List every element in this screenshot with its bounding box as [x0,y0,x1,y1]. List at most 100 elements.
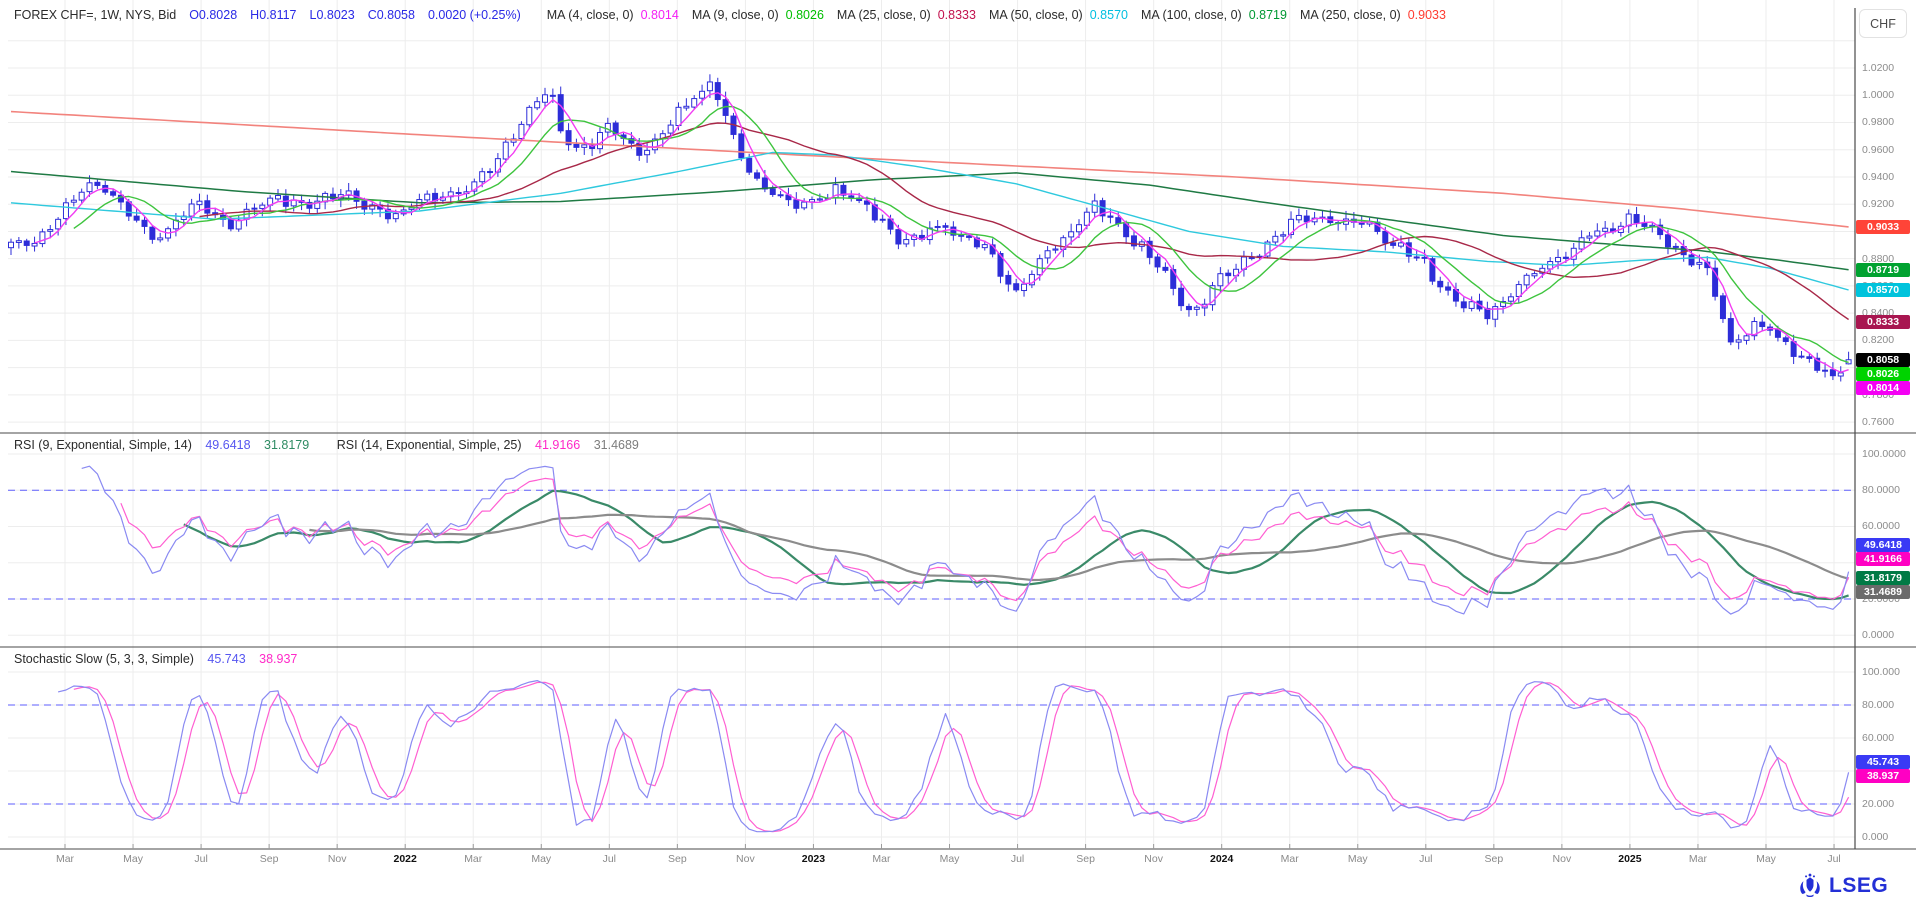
rsi9-value: 49.6418 [205,438,250,452]
stochastic-legend[interactable]: Stochastic Slow (5, 3, 3, Simple) 45.743… [14,652,307,666]
ma-legend-label: MA (25, close, 0) [837,8,931,22]
x-axis-month-label: Sep [260,853,279,865]
rsi-plot-area[interactable] [8,433,1855,647]
x-axis-year-label: 2024 [1210,853,1233,865]
x-axis-month-label: Mar [872,853,890,865]
rsi9-ma-value: 31.8179 [264,438,309,452]
rsi-tick-label: 80.0000 [1862,484,1900,496]
x-axis-month-label: Nov [1553,853,1572,865]
price-badge: 0.8014 [1856,381,1910,395]
x-axis-year-label: 2025 [1618,853,1641,865]
x-axis-month-label: May [1348,853,1368,865]
rsi-legend[interactable]: RSI (9, Exponential, Simple, 14) 49.6418… [14,438,649,452]
x-axis-year-label: 2022 [394,853,417,865]
x-axis-month-label: May [531,853,551,865]
chart-legend-bar[interactable]: FOREX CHF=, 1W, NYS, Bid O0.8028 H0.8117… [0,0,1864,30]
x-axis-month-label: Mar [1689,853,1707,865]
x-axis-month-label: Nov [1144,853,1163,865]
close-value: C0.8058 [368,8,415,22]
x-axis-month-label: Mar [1281,853,1299,865]
stochastic-k-value: 45.743 [207,652,245,666]
rsi-tick-label: 0.0000 [1862,629,1894,641]
x-axis-month-label: Sep [1484,853,1503,865]
price-badge: 0.8058 [1856,353,1910,367]
stoch-tick-label: 60.000 [1862,732,1894,744]
ma-legend-value: 0.9033 [1408,8,1446,22]
ma-legend-value: 0.8026 [786,8,824,22]
ma-legend-label: MA (100, close, 0) [1141,8,1242,22]
price-badge: 0.8570 [1856,283,1910,297]
lseg-logo: LSEG [1796,872,1888,900]
price-badge: 0.9033 [1856,220,1910,234]
x-axis-month-label: Jul [1419,853,1432,865]
price-badge: 0.8333 [1856,315,1910,329]
stochastic-title: Stochastic Slow (5, 3, 3, Simple) [14,652,194,666]
ma-legend-item[interactable]: MA (100, close, 0) 0.8719 [1141,8,1287,22]
rsi-badge: 31.4689 [1856,585,1910,599]
x-axis-month-label: May [1756,853,1776,865]
rsi-tick-label: 60.0000 [1862,520,1900,532]
stoch-tick-label: 100.000 [1862,666,1900,678]
stochastic-plot-area[interactable] [8,647,1855,849]
currency-chf-label: CHF [1870,17,1896,31]
price-tick-label: 1.0000 [1862,89,1894,101]
price-badge: 0.8026 [1856,367,1910,381]
x-axis-month-label: Nov [328,853,347,865]
ma-legend-item[interactable]: MA (4, close, 0) 0.8014 [547,8,679,22]
x-axis-month-label: May [123,853,143,865]
ma-legend-value: 0.8570 [1090,8,1128,22]
rsi-badge: 41.9166 [1856,552,1910,566]
ma-legend-value: 0.8719 [1249,8,1287,22]
price-tick-label: 0.9600 [1862,144,1894,156]
price-tick-label: 0.7600 [1862,416,1894,428]
stoch-tick-label: 0.000 [1862,831,1888,843]
x-axis-month-label: Jul [1011,853,1024,865]
rsi-badge: 49.6418 [1856,538,1910,552]
x-axis-month-label: Jul [603,853,616,865]
ma-legend-item[interactable]: MA (9, close, 0) 0.8026 [692,8,824,22]
x-axis-month-label: Mar [56,853,74,865]
open-value: O0.8028 [189,8,237,22]
rsi14-ma-value: 31.4689 [594,438,639,452]
price-tick-label: 0.8200 [1862,334,1894,346]
ma-legend-value: 0.8014 [641,8,679,22]
price-plot-area[interactable] [8,30,1855,433]
change-value: 0.0020 (+0.25%) [428,8,521,22]
stoch-badge: 45.743 [1856,755,1910,769]
price-tick-label: 1.0200 [1862,62,1894,74]
rsi9-title: RSI (9, Exponential, Simple, 14) [14,438,192,452]
price-tick-label: 0.9200 [1862,198,1894,210]
x-axis-month-label: Sep [668,853,687,865]
chart-canvas [0,0,1916,905]
x-axis-month-label: Jul [1827,853,1840,865]
price-badge: 0.8719 [1856,263,1910,277]
ma-legend-value: 0.8333 [938,8,976,22]
ma-legend-item[interactable]: MA (50, close, 0)0.8570 [989,8,1128,22]
instrument-title: FOREX CHF=, 1W, NYS, Bid [14,8,176,22]
rsi-badge: 31.8179 [1856,571,1910,585]
price-tick-label: 0.9800 [1862,116,1894,128]
lseg-crest-icon [1796,872,1824,900]
stoch-tick-label: 20.000 [1862,798,1894,810]
stoch-tick-label: 80.000 [1862,699,1894,711]
stoch-badge: 38.937 [1856,769,1910,783]
rsi-tick-label: 100.0000 [1862,448,1906,460]
ma-legend-item[interactable]: MA (250, close, 0)0.9033 [1300,8,1446,22]
x-axis-month-label: Mar [464,853,482,865]
ma-legend-label: MA (4, close, 0) [547,8,634,22]
high-value: H0.8117 [250,8,296,22]
x-axis-month-label: Sep [1076,853,1095,865]
x-axis-month-label: Nov [736,853,755,865]
price-tick-label: 0.9400 [1862,171,1894,183]
stochastic-d-value: 38.937 [259,652,297,666]
x-axis-month-label: May [940,853,960,865]
currency-chf-button[interactable]: CHF [1859,9,1907,38]
x-axis-month-label: Jul [194,853,207,865]
x-axis-year-label: 2023 [802,853,825,865]
ma-legend: MA (4, close, 0) 0.8014 MA (9, close, 0) 0.… [534,8,1446,22]
chart-window: FOREX CHF=, 1W, NYS, Bid O0.8028 H0.8117… [0,0,1916,905]
rsi14-title: RSI (14, Exponential, Simple, 25) [337,438,522,452]
ma-legend-label: MA (9, close, 0) [692,8,779,22]
time-axis[interactable] [8,849,1855,873]
ma-legend-item[interactable]: MA (25, close, 0) 0.8333 [837,8,976,22]
